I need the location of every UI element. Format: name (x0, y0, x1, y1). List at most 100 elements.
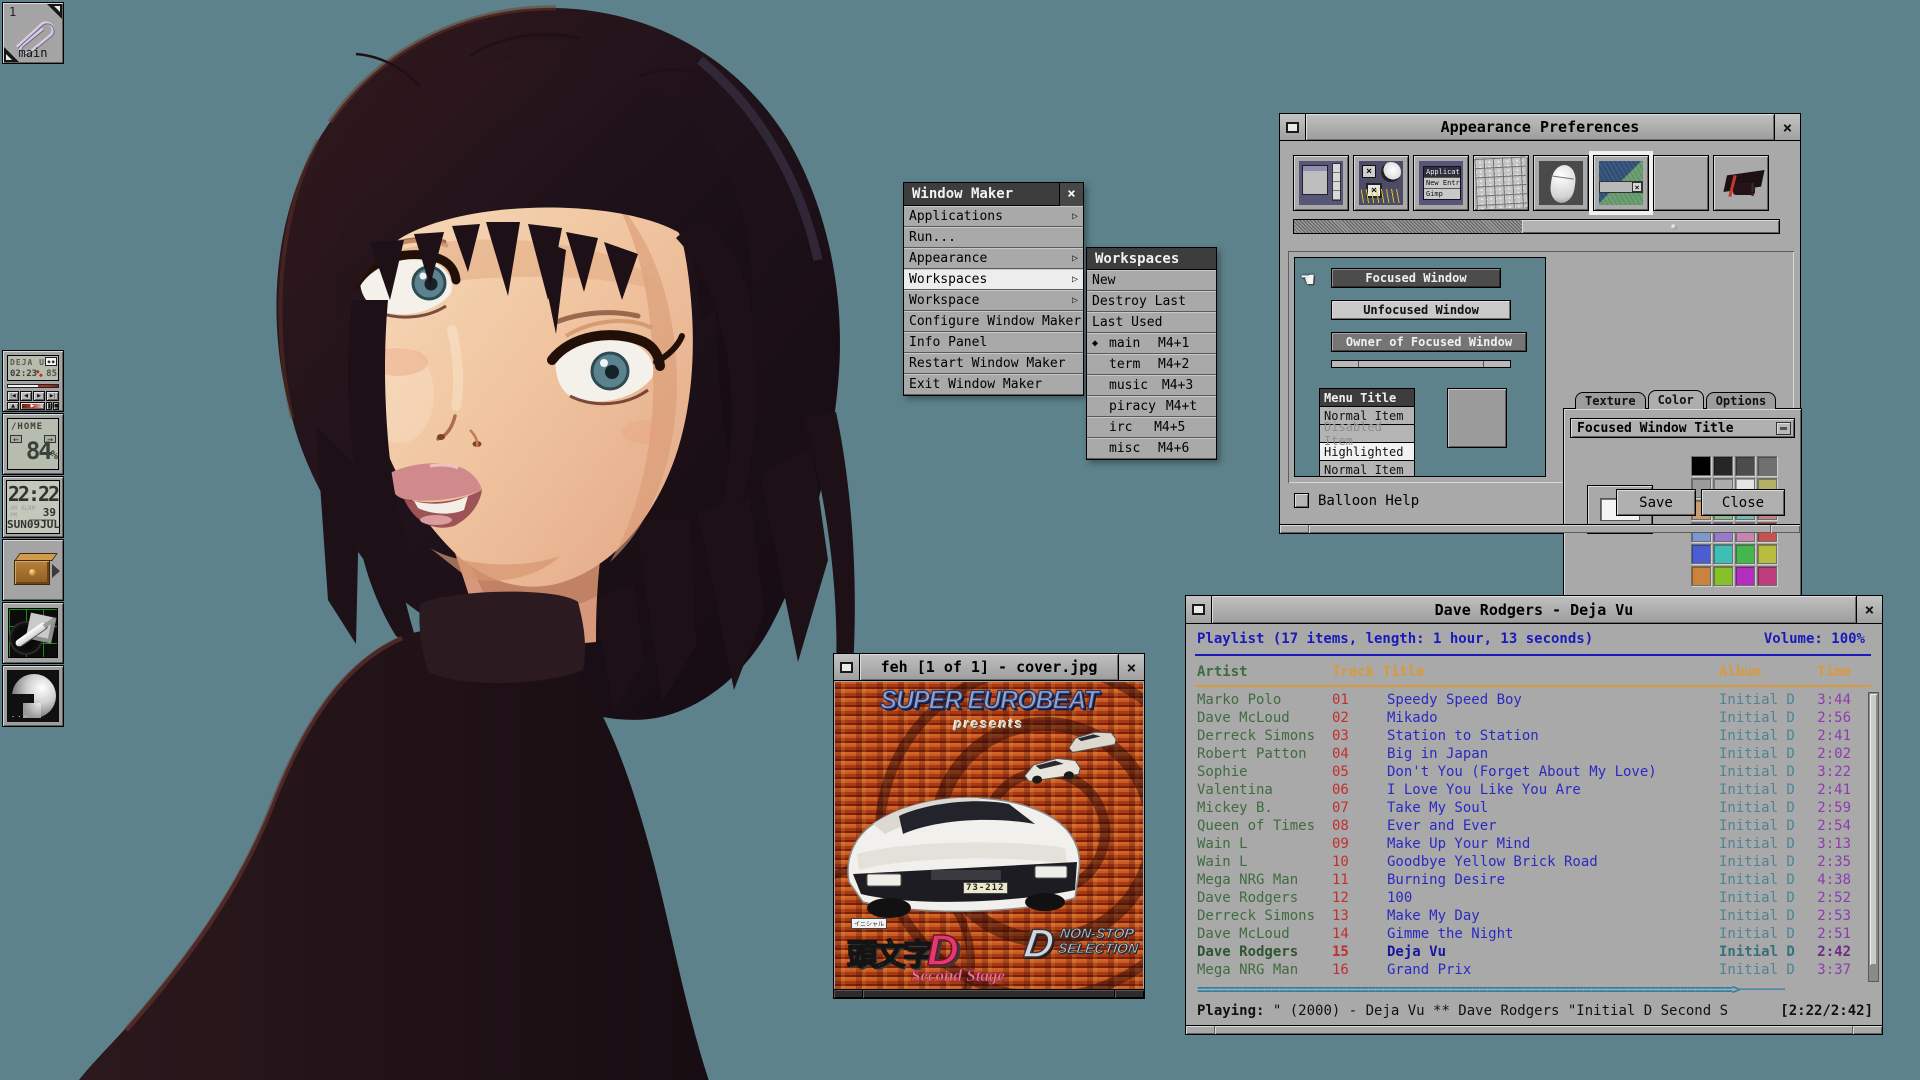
close-button[interactable]: × (1118, 654, 1144, 680)
pref-icon-keyboard[interactable] (1473, 155, 1529, 211)
palette-swatch[interactable] (1757, 456, 1777, 476)
menu-item[interactable]: Workspace ▷ (904, 290, 1083, 311)
titlebar[interactable]: Dave Rodgers - Deja Vu × (1186, 596, 1882, 624)
resizebar[interactable] (834, 989, 1144, 998)
pref-icon-menu[interactable]: Applicati New Entr[ Gimp (1413, 155, 1469, 211)
menu-item[interactable]: Destroy Last (1087, 291, 1216, 312)
preview-icon-tile[interactable] (1447, 388, 1507, 448)
close-button[interactable]: × (1856, 596, 1882, 623)
icon-scrollbar[interactable] (1293, 219, 1780, 234)
menu-item[interactable]: Last Used (1087, 312, 1216, 333)
workspaces-submenu-titlebar[interactable]: Workspaces (1087, 248, 1216, 270)
preview-menu[interactable]: Menu Title Normal Item Disabled Item Hig… (1319, 388, 1415, 477)
play-button[interactable]: ▶ (20, 402, 45, 410)
palette-swatch[interactable] (1713, 544, 1733, 564)
stop-button[interactable]: ■ (53, 402, 59, 410)
fast-forward-button[interactable]: ▶ (33, 391, 45, 401)
playlist-row[interactable]: Valentina 06 I Love You Like You Are Ini… (1187, 782, 1881, 800)
balloon-help-checkbox[interactable] (1294, 493, 1309, 508)
palette-swatch[interactable] (1757, 566, 1777, 586)
playlist-row[interactable]: Dave Rodgers 12 100 Initial D 2:52 (1187, 890, 1881, 908)
pref-icon-expert[interactable]: ! (1713, 155, 1769, 211)
palette-swatch[interactable] (1735, 566, 1755, 586)
preview-unfocused-titlebar[interactable]: Unfocused Window (1331, 300, 1511, 320)
palette-swatch[interactable] (1691, 456, 1711, 476)
palette-swatch[interactable] (1713, 456, 1733, 476)
playlist-row[interactable]: Queen of Times 08 Ever and Ever Initial … (1187, 818, 1881, 836)
pref-icon-mouse[interactable] (1533, 155, 1589, 211)
eject-button[interactable]: ▲ (7, 402, 19, 410)
playlist-row[interactable]: Derreck Simons 03 Station to Station Ini… (1187, 728, 1881, 746)
rewind-button[interactable]: ◀ (20, 391, 32, 401)
tab[interactable]: Color (1648, 390, 1704, 409)
pause-button[interactable]: ❚❚ (46, 402, 52, 410)
menu-item[interactable]: irc M4+5 (1087, 417, 1216, 438)
dropdown-button-icon[interactable] (1776, 422, 1791, 435)
playlist-row[interactable]: Wain L 09 Make Up Your Mind Initial D 3:… (1187, 836, 1881, 854)
workspace-clip[interactable]: 1 main (2, 2, 64, 64)
preview-focused-titlebar[interactable]: Focused Window (1331, 268, 1501, 288)
playlist-row[interactable]: Dave Rodgers 15 Deja Vu Initial D 2:42 (1187, 944, 1881, 962)
playlist-row[interactable]: Wain L 10 Goodbye Yellow Brick Road Init… (1187, 854, 1881, 872)
close-dialog-button[interactable]: Close (1701, 489, 1785, 516)
preview-resizebar[interactable] (1331, 360, 1511, 368)
save-button[interactable]: Save (1616, 489, 1696, 516)
menu-item[interactable]: Applications ▷ (904, 206, 1083, 227)
prev-button[interactable]: |◀ (7, 391, 19, 401)
palette-swatch[interactable] (1735, 544, 1755, 564)
playlist-row[interactable]: Mega NRG Man 11 Burning Desire Initial D… (1187, 872, 1881, 890)
playlist-row[interactable]: Robert Patton 04 Big in Japan Initial D … (1187, 746, 1881, 764)
menu-item[interactable]: Exit Window Maker (904, 374, 1083, 395)
dockapp-clock[interactable]: 22:22 AM ALRM PM 39 SUN09JUL (2, 476, 64, 538)
pref-icon-appearance[interactable]: × (1593, 155, 1649, 211)
menu-item[interactable]: Appearance ▷ (904, 248, 1083, 269)
menu-item[interactable]: piracy M4+t (1087, 396, 1216, 417)
playlist-row[interactable]: Dave McLoud 14 Gimme the Night Initial D… (1187, 926, 1881, 944)
dockapp-disk-usage[interactable]: /HOME ← → 84% (2, 413, 64, 475)
palette-swatch[interactable] (1691, 544, 1711, 564)
dockapp-music-player[interactable]: DEJA U 02:23 85 |◀ ◀ ▶ ▶| ▲ ▶ ❚❚ ■ (2, 350, 64, 412)
root-menu-titlebar[interactable]: Window Maker × (904, 183, 1083, 206)
preview-owner-titlebar[interactable]: Owner of Focused Window (1331, 332, 1527, 352)
menu-item[interactable]: misc M4+6 (1087, 438, 1216, 459)
playlist-row[interactable]: Dave McLoud 02 Mikado Initial D 2:56 (1187, 710, 1881, 728)
palette-swatch[interactable] (1757, 544, 1777, 564)
menu-item[interactable]: music M4+3 (1087, 375, 1216, 396)
menu-item[interactable]: New (1087, 270, 1216, 291)
menu-item[interactable]: Workspaces ▷ (904, 269, 1083, 290)
palette-swatch[interactable] (1735, 456, 1755, 476)
close-button[interactable]: × (1774, 114, 1800, 140)
resizebar[interactable] (1186, 1025, 1882, 1034)
menu-item[interactable]: Restart Window Maker (904, 353, 1083, 374)
titlebar[interactable]: feh [1 of 1] - cover.jpg × (834, 654, 1144, 681)
dockapp-sphere[interactable]: ... (2, 665, 64, 727)
tab[interactable]: Texture (1575, 392, 1646, 409)
palette-swatch[interactable] (1713, 566, 1733, 586)
playlist-scrollbar[interactable] (1868, 692, 1879, 982)
scrollbar-thumb[interactable] (1870, 694, 1877, 965)
drawer-expand-arrow[interactable] (52, 564, 60, 578)
scrollbar-knob[interactable] (1522, 220, 1779, 233)
dockapp-wmaker-config[interactable] (2, 602, 64, 664)
texture-target-dropdown[interactable]: Focused Window Title (1570, 418, 1795, 438)
miniaturize-button[interactable] (834, 654, 860, 680)
playlist-row[interactable]: Marko Polo 01 Speedy Speed Boy Initial D… (1187, 692, 1881, 710)
menu-item[interactable]: term M4+2 (1087, 354, 1216, 375)
playlist-row[interactable]: Mickey B. 07 Take My Soul Initial D 2:59 (1187, 800, 1881, 818)
close-icon[interactable]: × (1059, 183, 1083, 206)
menu-item[interactable]: Configure Window Maker (904, 311, 1083, 332)
playlist-row[interactable]: Sophie 05 Don't You (Forget About My Lov… (1187, 764, 1881, 782)
palette-swatch[interactable] (1691, 566, 1711, 586)
pref-icon-workspace[interactable] (1293, 155, 1349, 211)
menu-item[interactable]: ◆ main M4+1 (1087, 333, 1216, 354)
dockapp-drawer[interactable] (2, 539, 64, 601)
miniaturize-button[interactable] (1186, 596, 1212, 623)
menu-item[interactable]: Run... (904, 227, 1083, 248)
pref-icon-font[interactable] (1653, 155, 1709, 211)
miniaturize-button[interactable] (1280, 114, 1306, 140)
playlist-row[interactable]: Derreck Simons 13 Make My Day Initial D … (1187, 908, 1881, 926)
titlebar[interactable]: Appearance Preferences × (1280, 114, 1800, 141)
tab[interactable]: Options (1706, 392, 1777, 409)
playlist-row[interactable]: Mega NRG Man 16 Grand Prix Initial D 3:3… (1187, 962, 1881, 980)
menu-item[interactable]: Info Panel (904, 332, 1083, 353)
